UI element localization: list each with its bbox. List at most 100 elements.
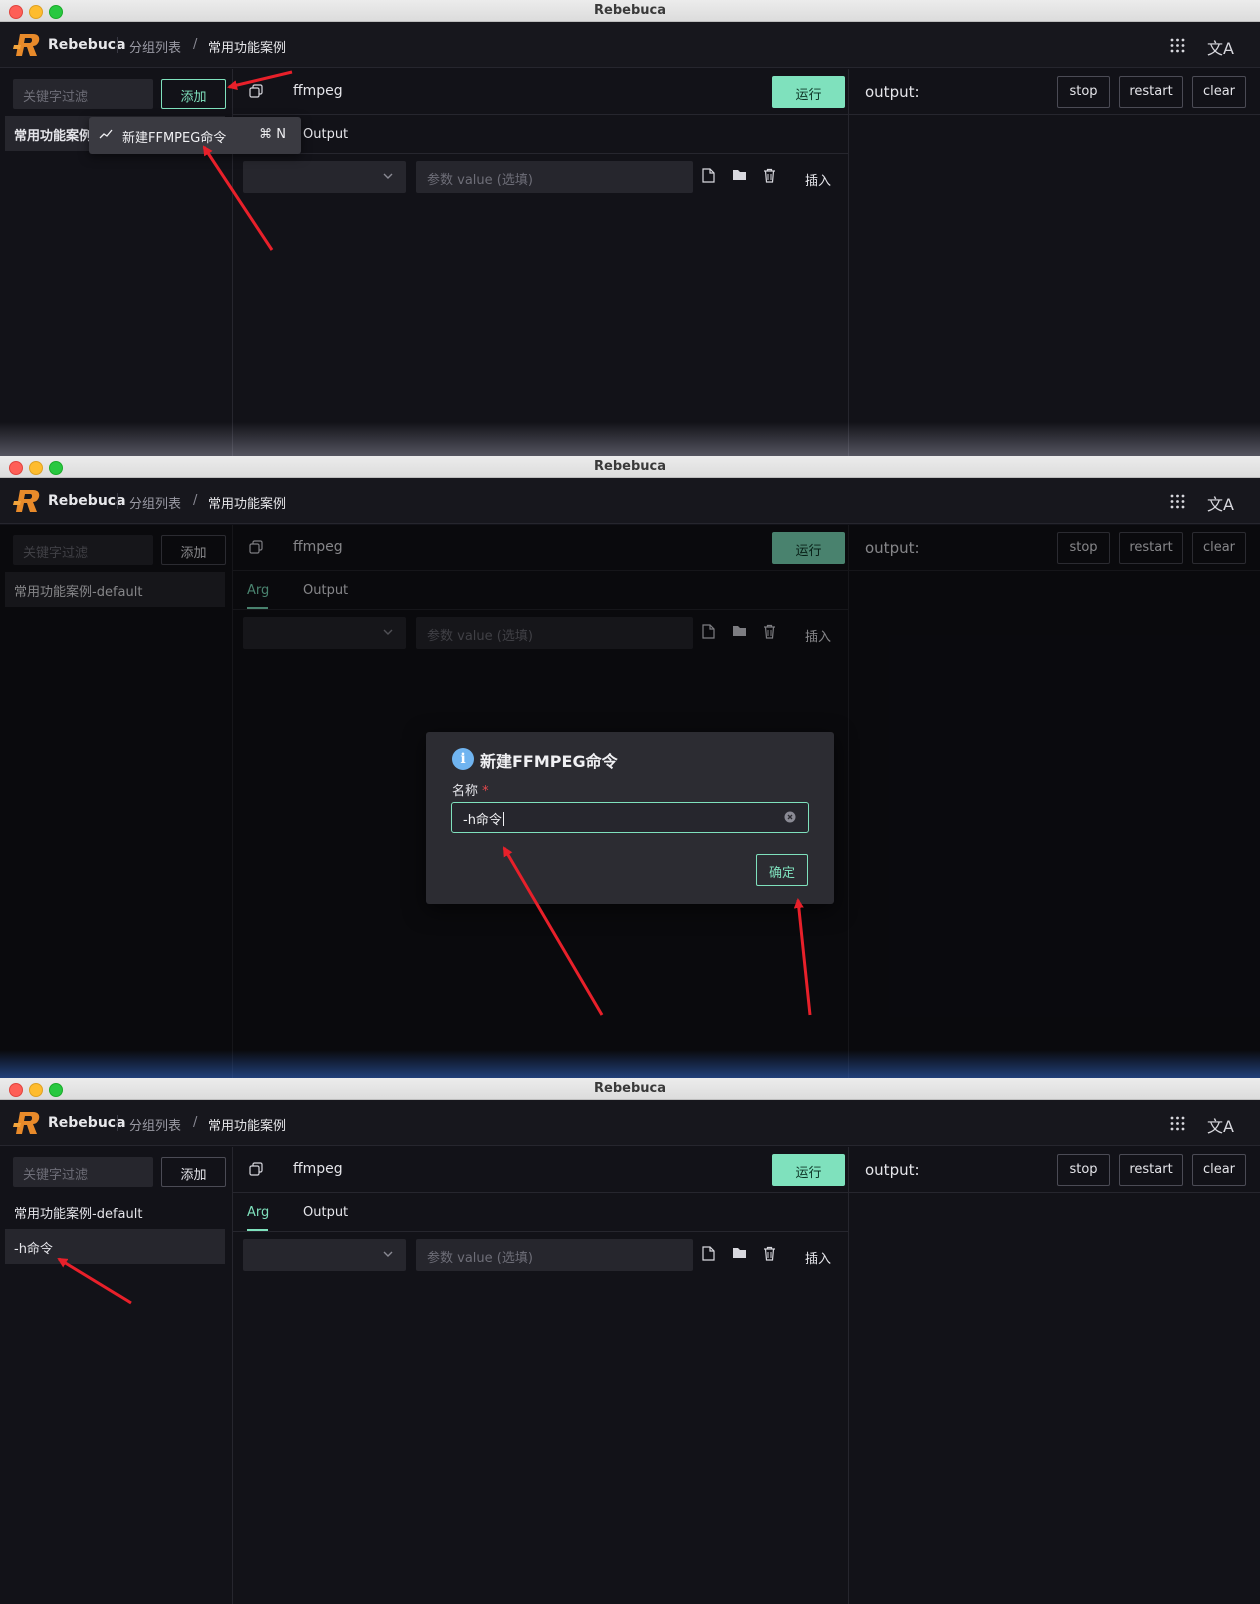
- app-header: Rebebuca 分组列表 / 常用功能案例 文A: [0, 22, 1260, 68]
- copy-icon[interactable]: [249, 1162, 263, 1176]
- name-label-text: 名称: [452, 784, 479, 799]
- name-field-label: 名称 *: [452, 780, 489, 799]
- trash-icon[interactable]: [763, 1246, 776, 1261]
- title-bar: Rebebuca: [0, 0, 1260, 22]
- header-divider: [117, 1115, 118, 1131]
- app-brand: Rebebuca: [48, 37, 126, 53]
- breadcrumb-separator: /: [193, 493, 198, 508]
- copy-icon[interactable]: [249, 84, 263, 98]
- screenshot-panel-1: Rebebuca Rebebuca 分组列表 / 常用功能案例 文A 关键字过滤…: [0, 0, 1260, 456]
- sidebar-item-default[interactable]: 常用功能案例-default: [5, 1194, 225, 1229]
- app-header: Rebebuca 分组列表 / 常用功能案例 文A: [0, 1100, 1260, 1146]
- translate-icon[interactable]: 文A: [1207, 35, 1234, 59]
- group-sidebar: 关键字过滤 添加 常用功能案例-default -h命令: [0, 1147, 233, 1604]
- command-toolbar: ffmpeg 运行: [233, 1147, 849, 1193]
- window-title: Rebebuca: [594, 459, 666, 474]
- chart-line-icon: [99, 129, 113, 139]
- window-title: Rebebuca: [594, 3, 666, 18]
- clear-button[interactable]: clear: [1192, 76, 1246, 108]
- command-toolbar: ffmpeg 运行: [233, 69, 849, 115]
- screenshot-panel-3: Rebebuca Rebebuca 分组列表 / 常用功能案例 文A 关键字过滤…: [0, 1078, 1260, 1604]
- menu-item-new-ffmpeg-command[interactable]: 新建FFMPEG命令: [122, 127, 226, 146]
- keyword-filter-input[interactable]: 关键字过滤: [13, 79, 153, 109]
- output-label: output:: [865, 83, 920, 101]
- run-button[interactable]: 运行: [772, 76, 845, 108]
- arg-row: 参数 value (选填) 插入: [233, 1232, 849, 1282]
- insert-button[interactable]: 插入: [805, 1248, 831, 1267]
- add-button[interactable]: 添加: [161, 1157, 226, 1187]
- apps-grid-icon[interactable]: [1170, 494, 1185, 509]
- apps-grid-icon[interactable]: [1170, 1116, 1185, 1131]
- command-name: ffmpeg: [293, 83, 343, 99]
- sidebar-item-label: -h命令: [14, 1242, 53, 1257]
- output-panel: output: stop restart clear: [849, 1147, 1260, 1604]
- command-editor: ffmpeg 运行 Output 参数 value (选填) 插入: [233, 69, 849, 456]
- output-header: output: stop restart clear: [849, 69, 1260, 115]
- command-name-input[interactable]: -h命令: [451, 802, 809, 833]
- logo-icon: [13, 1112, 40, 1134]
- logo-icon: [13, 490, 40, 512]
- arg-row: 参数 value (选填) 插入: [233, 154, 849, 204]
- arg-value-input[interactable]: 参数 value (选填): [416, 161, 693, 193]
- menu-item-shortcut: ⌘ N: [259, 127, 286, 142]
- tab-output[interactable]: Output: [303, 1205, 348, 1220]
- tab-arg[interactable]: Arg: [247, 1205, 269, 1220]
- folder-icon[interactable]: [732, 1246, 747, 1259]
- clear-button[interactable]: clear: [1192, 1154, 1246, 1186]
- tab-output[interactable]: Output: [303, 127, 348, 142]
- logo-icon: [13, 34, 40, 56]
- app-header: Rebebuca 分组列表 / 常用功能案例 文A: [0, 478, 1260, 524]
- breadcrumb-current: 常用功能案例: [208, 497, 287, 512]
- command-editor: ffmpeg 运行 Arg Output 参数 value (选填) 插入: [233, 1147, 849, 1604]
- breadcrumb-group-list[interactable]: 分组列表: [129, 37, 181, 56]
- chevron-down-icon: [383, 1251, 393, 1257]
- breadcrumb-group-list[interactable]: 分组列表: [129, 493, 181, 512]
- apps-grid-icon[interactable]: [1170, 38, 1185, 53]
- breadcrumb-current: 常用功能案例: [208, 41, 287, 56]
- stop-button[interactable]: stop: [1057, 1154, 1110, 1186]
- dialog-title: 新建FFMPEG命令: [480, 752, 618, 771]
- title-bar: Rebebuca: [0, 1078, 1260, 1100]
- title-bar: Rebebuca: [0, 456, 1260, 478]
- keyword-filter-input[interactable]: 关键字过滤: [13, 1157, 153, 1187]
- command-name-input-value: -h命令: [463, 813, 502, 828]
- breadcrumb-separator: /: [193, 1115, 198, 1130]
- screenshot-panel-2: Rebebuca Rebebuca 分组列表 / 常用功能案例 文A 关键字过滤…: [0, 456, 1260, 1078]
- folder-icon[interactable]: [732, 168, 747, 181]
- file-icon[interactable]: [702, 1246, 715, 1261]
- window-edge-glow: [0, 1050, 1260, 1078]
- arg-key-select[interactable]: [243, 1239, 406, 1271]
- tab-bar: Output: [233, 115, 849, 154]
- clear-circle-icon[interactable]: [784, 811, 796, 823]
- breadcrumb-separator: /: [193, 37, 198, 52]
- chevron-down-icon: [383, 173, 393, 179]
- sidebar-item-h-command[interactable]: -h命令: [5, 1229, 225, 1264]
- output-label: output:: [865, 1161, 920, 1179]
- insert-button[interactable]: 插入: [805, 170, 831, 189]
- restart-button[interactable]: restart: [1119, 76, 1183, 108]
- sidebar-item-label: 常用功能案例-default: [14, 1207, 143, 1222]
- run-button[interactable]: 运行: [772, 1154, 845, 1186]
- file-icon[interactable]: [702, 168, 715, 183]
- add-button[interactable]: 添加: [161, 79, 226, 109]
- app-brand: Rebebuca: [48, 1115, 126, 1131]
- output-panel: output: stop restart clear: [849, 69, 1260, 456]
- translate-icon[interactable]: 文A: [1207, 491, 1234, 515]
- tab-bar: Arg Output: [233, 1193, 849, 1232]
- breadcrumb-current: 常用功能案例: [208, 1119, 287, 1134]
- required-mark: *: [482, 784, 489, 799]
- arg-value-input[interactable]: 参数 value (选填): [416, 1239, 693, 1271]
- restart-button[interactable]: restart: [1119, 1154, 1183, 1186]
- translate-icon[interactable]: 文A: [1207, 1113, 1234, 1137]
- sidebar-item-label: 常用功能案例: [14, 129, 93, 144]
- trash-icon[interactable]: [763, 168, 776, 183]
- arg-key-select[interactable]: [243, 161, 406, 193]
- command-name: ffmpeg: [293, 1161, 343, 1177]
- info-icon: i: [452, 748, 474, 770]
- stop-button[interactable]: stop: [1057, 76, 1110, 108]
- confirm-button[interactable]: 确定: [756, 854, 808, 886]
- window-title: Rebebuca: [594, 1081, 666, 1096]
- breadcrumb-group-list[interactable]: 分组列表: [129, 1115, 181, 1134]
- new-command-dialog: i 新建FFMPEG命令 名称 * -h命令 确定: [426, 732, 834, 904]
- output-header: output: stop restart clear: [849, 1147, 1260, 1193]
